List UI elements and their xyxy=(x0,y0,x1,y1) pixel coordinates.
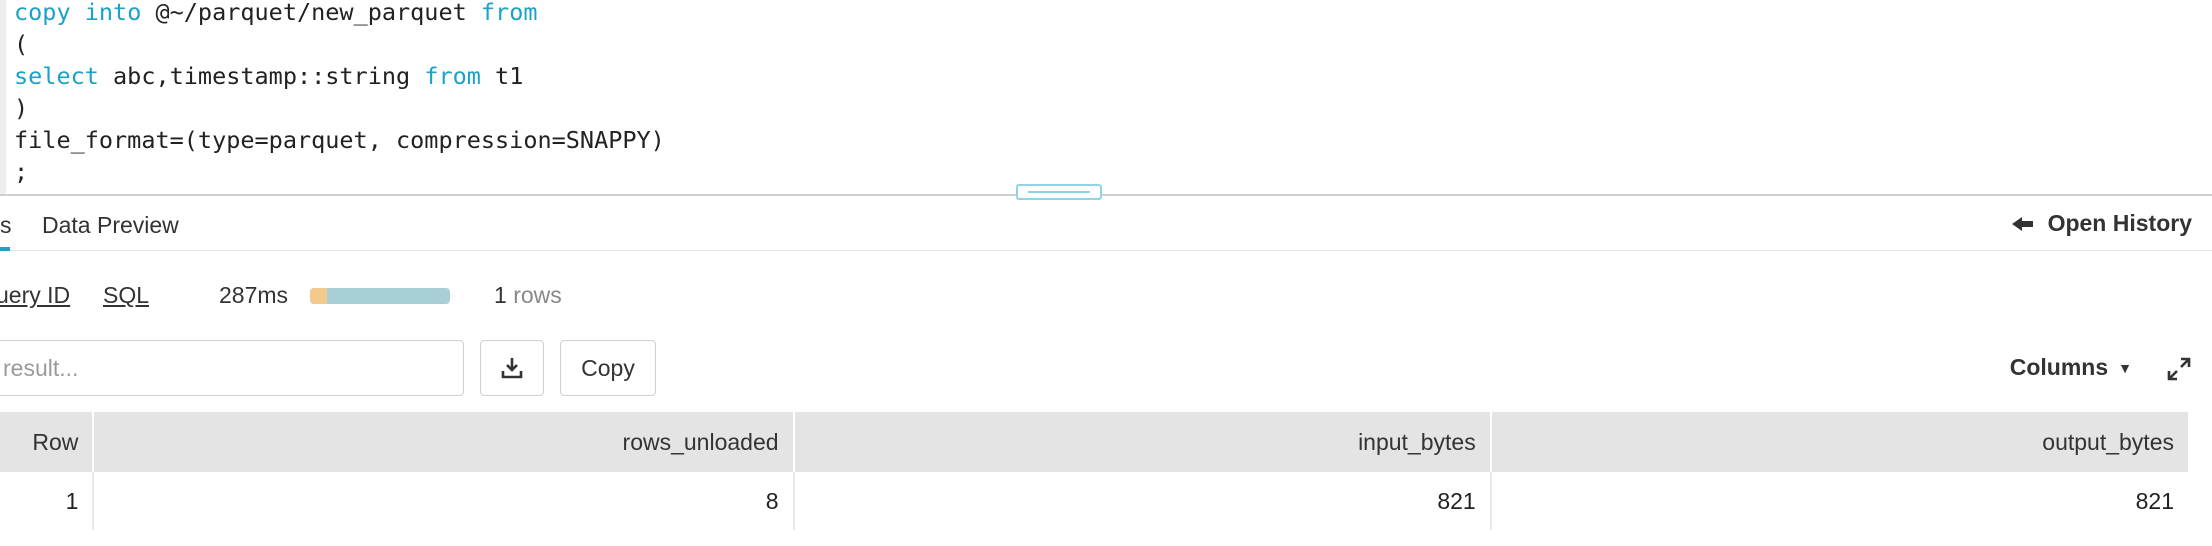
tab-results[interactable]: s xyxy=(0,212,12,251)
code-line: ) xyxy=(14,94,28,122)
query-duration: 287ms xyxy=(219,282,289,308)
sql-text: t1 xyxy=(480,62,524,90)
download-icon xyxy=(501,358,523,379)
sql-keyword: select xyxy=(14,62,99,90)
open-history-button[interactable]: Open History xyxy=(2011,210,2192,237)
tab-results-label: s xyxy=(0,212,12,238)
copy-button-label: Copy xyxy=(581,354,635,381)
code-line: ; xyxy=(14,158,28,186)
result-toolbar: Copy Columns ▼ xyxy=(0,340,2212,396)
code-line: copy into @~/parquet/new_parquet from xyxy=(14,0,538,26)
editor-gutter xyxy=(0,0,6,194)
column-header-row[interactable]: Row xyxy=(0,412,95,472)
download-button[interactable] xyxy=(480,340,544,396)
columns-dropdown[interactable]: Columns ▼ xyxy=(2010,354,2132,381)
sql-text: abc,timestamp::string xyxy=(98,62,425,90)
rows-count-value: 1 xyxy=(494,282,507,308)
sql-text: file_format=(type=parquet, compression=S… xyxy=(14,126,665,154)
rows-count-unit: rows xyxy=(513,282,562,308)
open-history-label: Open History xyxy=(2047,210,2192,236)
code-line: select abc,timestamp::string from t1 xyxy=(14,62,523,90)
sql-keyword: copy xyxy=(14,0,71,26)
query-id-link[interactable]: uery ID xyxy=(0,282,70,309)
table-cell: 821 xyxy=(793,472,1492,530)
row-number-cell: 1 xyxy=(0,472,95,530)
table-cell: 821 xyxy=(2135,487,2174,514)
sql-code[interactable]: copy into @~/parquet/new_parquet from ( … xyxy=(14,0,665,188)
table-row: 1 8 821 821 xyxy=(0,472,2188,530)
sql-link[interactable]: SQL xyxy=(103,282,149,309)
code-line: file_format=(type=parquet, compression=S… xyxy=(14,126,665,154)
results-table: Row rows_unloaded input_bytes output_byt… xyxy=(0,412,2188,530)
sql-text: ; xyxy=(14,158,29,186)
sql-text: @~/parquet/new_parquet xyxy=(141,0,481,26)
sql-keyword: from xyxy=(480,0,538,26)
duration-bar xyxy=(310,288,450,304)
sql-editor[interactable]: copy into @~/parquet/new_parquet from ( … xyxy=(0,0,2212,194)
result-tabs: s Data Preview Open History xyxy=(0,196,2212,251)
tab-data-preview[interactable]: Data Preview xyxy=(42,212,179,239)
expand-icon[interactable] xyxy=(2166,356,2192,382)
tab-data-preview-label: Data Preview xyxy=(42,212,179,238)
column-header-input-bytes[interactable]: input_bytes xyxy=(793,412,1492,472)
sql-keyword: into xyxy=(84,0,142,26)
sql-text: ) xyxy=(14,94,29,122)
duration-bar-fill xyxy=(310,288,327,304)
search-result-input[interactable] xyxy=(0,340,464,396)
caret-down-icon: ▼ xyxy=(2118,359,2132,376)
table-cell: 8 xyxy=(93,472,795,530)
sql-keyword: from xyxy=(424,62,481,90)
arrow-left-icon xyxy=(2011,216,2036,232)
rows-count: 1 rows xyxy=(494,282,562,309)
column-header-rows-unloaded[interactable]: rows_unloaded xyxy=(93,412,795,472)
sql-text: ( xyxy=(14,30,29,58)
query-stats: uery ID SQL 287ms 1 rows xyxy=(0,280,1000,312)
column-header-output-bytes[interactable]: output_bytes xyxy=(1490,412,2188,472)
code-line: ( xyxy=(14,30,28,58)
copy-button[interactable]: Copy xyxy=(560,340,656,396)
active-tab-indicator xyxy=(0,247,10,251)
columns-label: Columns xyxy=(2009,354,2109,380)
table-header-row: Row rows_unloaded input_bytes output_byt… xyxy=(0,412,2188,472)
